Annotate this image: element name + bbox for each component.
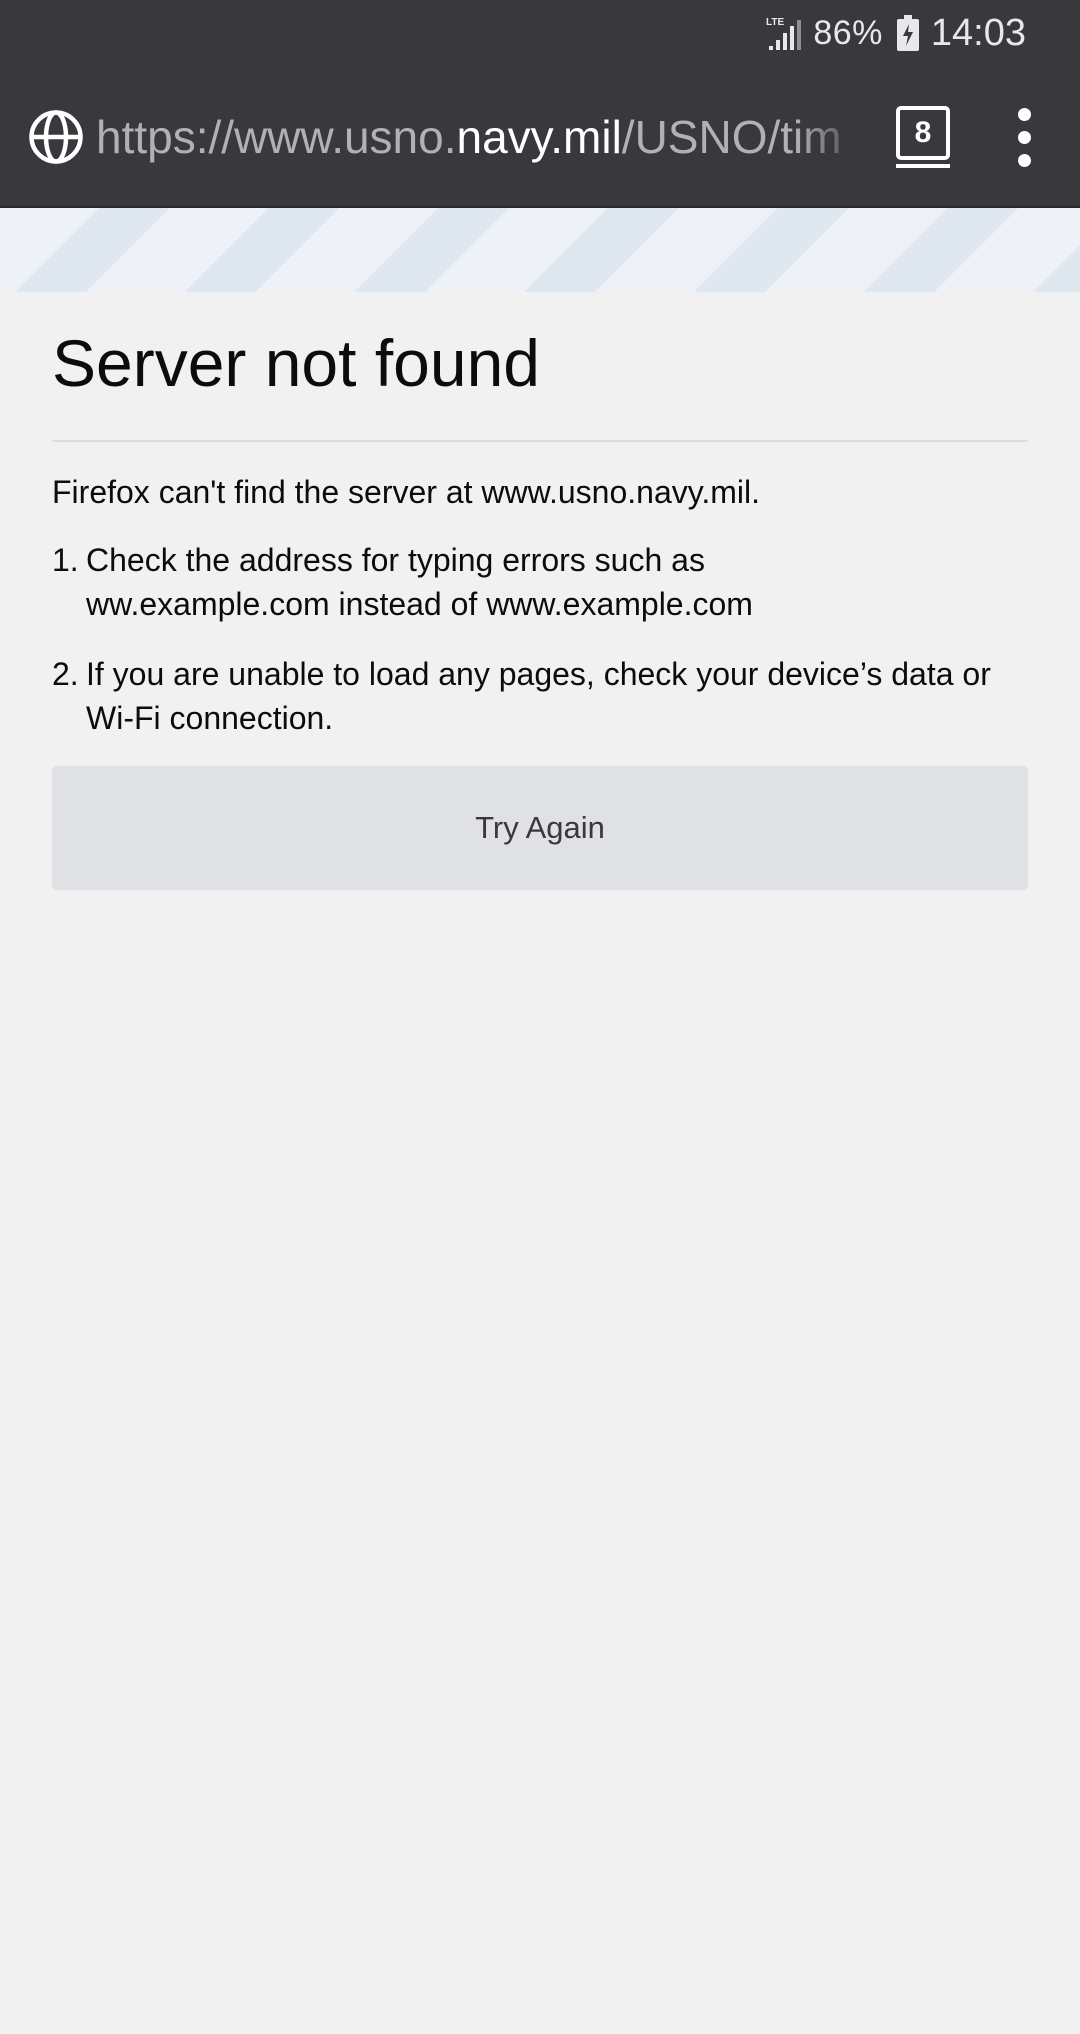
error-page: Server not found Firefox can't find the … — [52, 292, 1028, 890]
bad-url-prefix: ww — [86, 586, 131, 622]
status-bar: LTE 86% 14:03 — [0, 0, 1080, 66]
overflow-menu-icon[interactable] — [1012, 104, 1038, 170]
step-text-middle: instead of — [329, 586, 487, 622]
menu-dot — [1018, 154, 1031, 167]
network-type-label: LTE — [766, 17, 784, 28]
good-url-prefix: www — [486, 586, 554, 622]
status-indicators: LTE 86% 14:03 — [765, 8, 1026, 58]
error-description: Firefox can't find the server at www.usn… — [52, 474, 761, 510]
step-text: Check the address for typing errors such… — [86, 542, 705, 578]
page-title: Server not found — [52, 326, 540, 400]
error-stripe-banner — [0, 208, 1080, 292]
step-text: If you are unable to load any pages, che… — [86, 656, 991, 736]
step-number: 1. — [52, 542, 79, 578]
try-again-button[interactable]: Try Again — [52, 766, 1028, 890]
menu-dot — [1018, 108, 1031, 121]
globe-icon[interactable] — [28, 109, 84, 165]
battery-percentage: 86% — [813, 13, 883, 52]
list-item: 1. Check the address for typing errors s… — [52, 538, 1028, 626]
list-item: 2. If you are unable to load any pages, … — [52, 652, 1028, 740]
tabs-underline — [896, 164, 950, 168]
tab-count: 8 — [896, 106, 950, 160]
clock: 14:03 — [930, 11, 1026, 54]
browser-toolbar: https://www.usno.navy.mil/USNO/tim 8 — [0, 66, 1080, 208]
url-fade-overlay — [796, 102, 866, 172]
battery-charging-icon — [896, 15, 919, 51]
menu-dot — [1018, 131, 1031, 144]
lte-signal-icon: LTE — [766, 17, 802, 50]
good-url-rest: .example.com — [553, 586, 753, 622]
troubleshooting-list: 1. Check the address for typing errors s… — [52, 538, 1028, 740]
step-number: 2. — [52, 656, 79, 692]
url-host: navy.mil — [456, 111, 622, 163]
url-bar[interactable]: https://www.usno.navy.mil/USNO/tim — [96, 102, 866, 172]
title-divider — [52, 440, 1028, 442]
tabs-counter-button[interactable]: 8 — [896, 106, 950, 168]
url-scheme-subdomain: https://www.usno. — [96, 111, 457, 163]
bad-url-rest: .example.com — [130, 586, 330, 622]
